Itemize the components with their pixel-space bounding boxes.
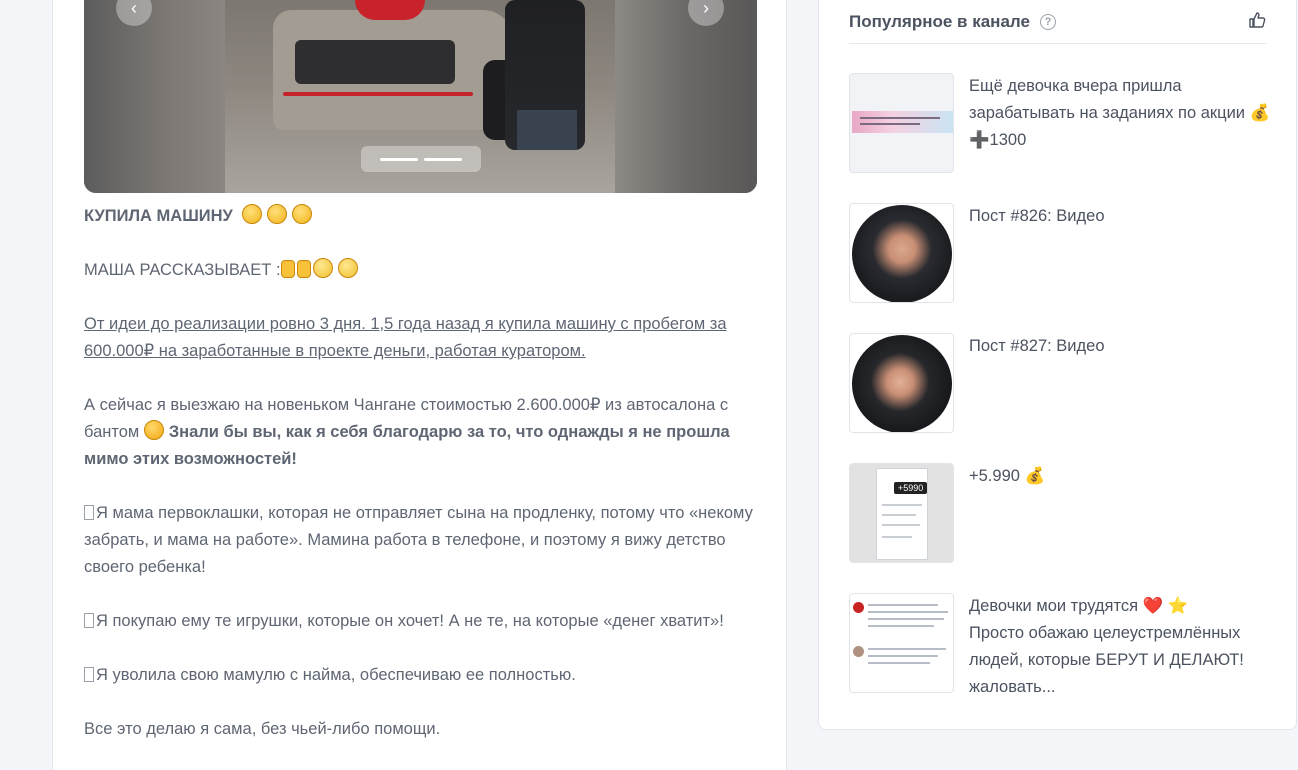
popular-item[interactable]: Девочки мои трудятся ❤️ ⭐ Просто обажаю … (849, 593, 1269, 696)
screenshot-line-shape (882, 514, 916, 516)
screenshot-line-shape (860, 123, 920, 125)
sidebar-title: Популярное в канале (849, 11, 1030, 31)
thumbs-up-icon[interactable] (1247, 10, 1267, 30)
screenshot-line-shape (882, 524, 920, 526)
screenshot-line-shape (868, 618, 944, 620)
smiling-face-icon (267, 204, 288, 224)
gallery-next-photo-preview (615, 0, 757, 193)
screaming-face-icon (337, 258, 358, 278)
popular-item[interactable]: +5990 +5.990 💰 (849, 463, 1269, 563)
popular-item-text[interactable]: Ещё девочка вчера пришла зарабатывать на… (969, 73, 1274, 154)
car-grille-shape (295, 40, 455, 84)
point-down-icon (296, 260, 311, 278)
video-note-circle (852, 205, 952, 302)
popular-item-text[interactable]: Пост #827: Видео (969, 333, 1274, 360)
post-link-paragraph[interactable]: От идеи до реализации ровно 3 дня. 1,5 г… (84, 315, 727, 360)
popular-item-thumbnail[interactable]: +5990 (849, 463, 954, 563)
smiling-face-icon (292, 204, 313, 224)
post-paragraph: Я уволила свою мамулю с найма, обеспечив… (96, 666, 576, 684)
chevron-left-icon: ‹ (131, 0, 137, 18)
screenshot-line-shape (868, 648, 946, 650)
missing-glyph-icon (84, 667, 94, 682)
screenshot-strip-shape (852, 111, 953, 133)
video-note-circle (852, 335, 952, 432)
post-bold-paragraph: Знали бы вы, как я себя благодарю за то,… (84, 423, 730, 468)
photo-gallery[interactable]: ‹ › (84, 0, 757, 193)
screenshot-line-shape (868, 625, 934, 627)
amount-badge: +5990 (894, 482, 928, 494)
car-trim-shape (283, 92, 473, 96)
popular-item[interactable]: Пост #826: Видео (849, 203, 1269, 303)
gallery-dot[interactable] (424, 157, 462, 161)
popular-item[interactable]: Ещё девочка вчера пришла зарабатывать на… (849, 73, 1270, 173)
post-card: ‹ › КУПИЛА МАШИНУ МАША РАССКАЗЫВАЕТ : От… (52, 0, 787, 770)
popular-item[interactable]: Пост #827: Видео (849, 333, 1269, 433)
post-paragraph: Все это делаю я сама, без чьей-либо помо… (84, 720, 441, 738)
screenshot-line-shape (882, 504, 922, 506)
popular-item-thumbnail[interactable] (849, 73, 954, 173)
post-body: КУПИЛА МАШИНУ МАША РАССКАЗЫВАЕТ : От иде… (84, 203, 764, 770)
read-more-link[interactable]: жаловать... (969, 674, 1274, 701)
popular-item-text[interactable]: +5.990 💰 (969, 463, 1274, 490)
missing-glyph-icon (84, 613, 94, 628)
post-paragraph: Я мама первоклашки, которая не отправляе… (84, 504, 753, 576)
chevron-right-icon: › (703, 0, 709, 18)
screenshot-line-shape (868, 611, 948, 613)
popular-item-thumbnail[interactable] (849, 593, 954, 693)
post-paragraph: Я покупаю ему те игрушки, которые он хоч… (96, 612, 724, 630)
post-intro: МАША РАССКАЗЫВАЕТ : (84, 261, 281, 279)
screenshot-line-shape (868, 655, 938, 657)
gallery-dot[interactable] (380, 157, 418, 161)
popular-item-thumbnail[interactable] (849, 203, 954, 303)
popular-item-text-line: Девочки мои трудятся ❤️ ⭐ (969, 597, 1189, 615)
popular-item-text[interactable]: Девочки мои трудятся ❤️ ⭐ Просто обажаю … (969, 593, 1274, 701)
screenshot-line-shape (868, 662, 930, 664)
missing-glyph-icon (84, 505, 94, 520)
post-title: КУПИЛА МАШИНУ (84, 207, 233, 225)
people-legs-shape (517, 110, 577, 150)
screenshot-line-shape (860, 117, 940, 119)
help-icon[interactable]: ? (1039, 13, 1056, 30)
smiling-face-icon (242, 204, 263, 224)
popular-item-text-rest: Просто обажаю целеустремлённых людей, ко… (969, 624, 1244, 669)
avatar (853, 602, 864, 613)
screenshot-line-shape (882, 536, 912, 538)
gallery-pagination (361, 146, 481, 172)
screaming-face-icon (312, 258, 333, 278)
popular-sidebar: Популярное в канале ? Ещё девочка вчера … (818, 0, 1297, 730)
red-bow-shape (355, 0, 425, 20)
gallery-prev-photo-preview (84, 0, 225, 193)
screenshot-line-shape (868, 604, 938, 606)
point-down-icon (280, 260, 295, 278)
popular-item-thumbnail[interactable] (849, 333, 954, 433)
sidebar-header: Популярное в канале ? (849, 0, 1267, 44)
avatar (853, 646, 864, 657)
heart-eyes-icon (143, 420, 164, 440)
popular-item-text[interactable]: Пост #826: Видео (969, 203, 1274, 230)
